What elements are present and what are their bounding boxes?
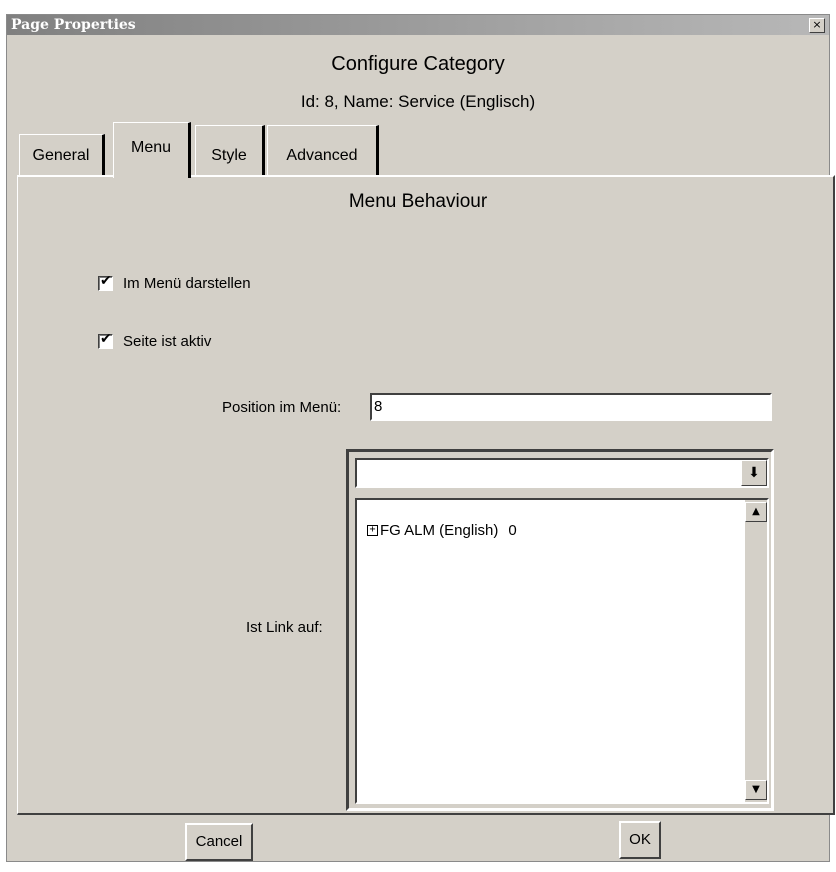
scroll-up-icon[interactable]: ▲ [745,502,767,522]
link-label: Ist Link auf: [246,619,323,636]
link-selector: ⬇ + FG ALM (English) 0 ▲ ▼ [346,449,774,811]
tab-general[interactable]: General [19,134,105,176]
section-title: Menu Behaviour [348,191,488,212]
tree-item-count: 0 [508,522,517,539]
ok-button[interactable]: OK [619,821,661,859]
link-tree[interactable]: + FG ALM (English) 0 ▲ ▼ [355,498,769,804]
expand-icon[interactable]: + [367,525,378,536]
show-in-menu-label: Im Menü darstellen [123,275,251,292]
page-active-row[interactable]: ✔ Seite ist aktiv [98,331,212,350]
tree-item-label: FG ALM (English) [380,522,499,539]
cancel-button[interactable]: Cancel [185,823,253,861]
menu-tab-panel: Menu Behaviour ✔ Im Menü darstellen ✔ Se… [17,175,835,815]
scroll-down-icon[interactable]: ▼ [745,780,767,800]
combo-arrow-icon[interactable]: ⬇ [741,460,767,486]
link-combo[interactable]: ⬇ [355,458,769,488]
page-active-label: Seite ist aktiv [123,333,212,350]
show-in-menu-row[interactable]: ✔ Im Menü darstellen [98,273,251,292]
check-icon: ✔ [100,273,112,289]
position-label: Position im Menü: [222,399,342,416]
tab-menu[interactable]: Menu [113,122,191,178]
tab-style[interactable]: Style [195,125,265,177]
show-in-menu-checkbox[interactable]: ✔ [98,273,113,291]
dialog-subheading: Id: 8, Name: Service (Englisch) [300,92,536,111]
tree-item[interactable]: + FG ALM (English) 0 [367,522,517,539]
dialog-heading: Configure Category [331,53,505,75]
tab-advanced[interactable]: Advanced [267,125,379,177]
page-active-checkbox[interactable]: ✔ [98,331,113,349]
check-icon: ✔ [100,331,112,347]
vertical-scrollbar[interactable]: ▲ ▼ [745,500,767,802]
window-title: Page Properties [11,17,136,33]
position-input[interactable]: 8 [370,393,772,421]
title-bar[interactable]: Page Properties × [7,15,829,35]
close-icon[interactable]: × [809,18,825,33]
page-properties-window: Page Properties × Configure Category Id:… [6,14,835,862]
